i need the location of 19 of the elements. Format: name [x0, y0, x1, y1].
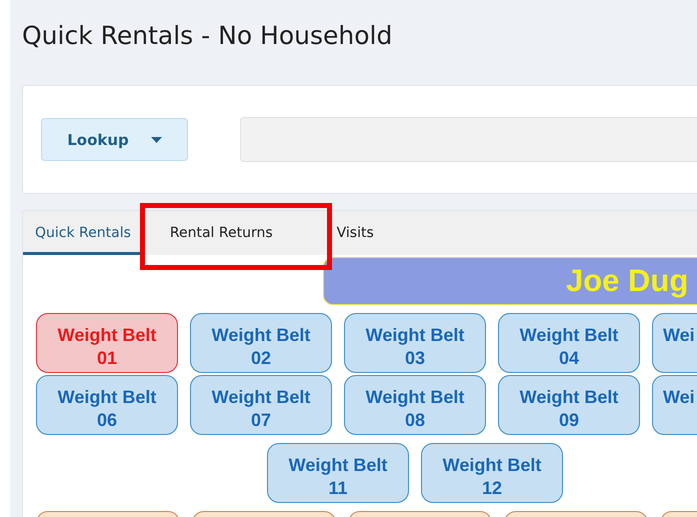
rental-button[interactable]: Weight Belt 07 — [190, 375, 332, 435]
rental-button[interactable]: Weight Belt 01 — [36, 313, 178, 373]
tab[interactable]: Rental Returns — [158, 225, 285, 255]
rental-button[interactable]: Weight Belt 03 — [344, 313, 486, 373]
rental-button[interactable]: Weight Belt 08 — [344, 375, 486, 435]
rental-button[interactable]: Wei — [652, 313, 697, 373]
rental-button[interactable]: Weight Belt 11 — [267, 443, 409, 503]
customer-name: Joe Dug — [566, 263, 688, 299]
rental-button[interactable]: Weight Belt 12 — [421, 443, 563, 503]
rental-button[interactable]: Weight Belt 02 — [190, 313, 332, 373]
lookup-button[interactable]: Lookup — [41, 118, 188, 161]
caret-icon — [150, 136, 162, 142]
tab[interactable]: Quick Rentals — [23, 225, 143, 255]
rental-button[interactable]: Wei — [652, 375, 697, 435]
rental-button[interactable]: Weight Belt 09 — [498, 375, 640, 435]
tab[interactable]: Visits — [324, 225, 386, 255]
rental-button[interactable]: Weight Belt 06 — [36, 375, 178, 435]
rental-button[interactable]: Weight Belt 04 — [498, 313, 640, 373]
page-title: Quick Rentals - No Household — [22, 20, 392, 52]
